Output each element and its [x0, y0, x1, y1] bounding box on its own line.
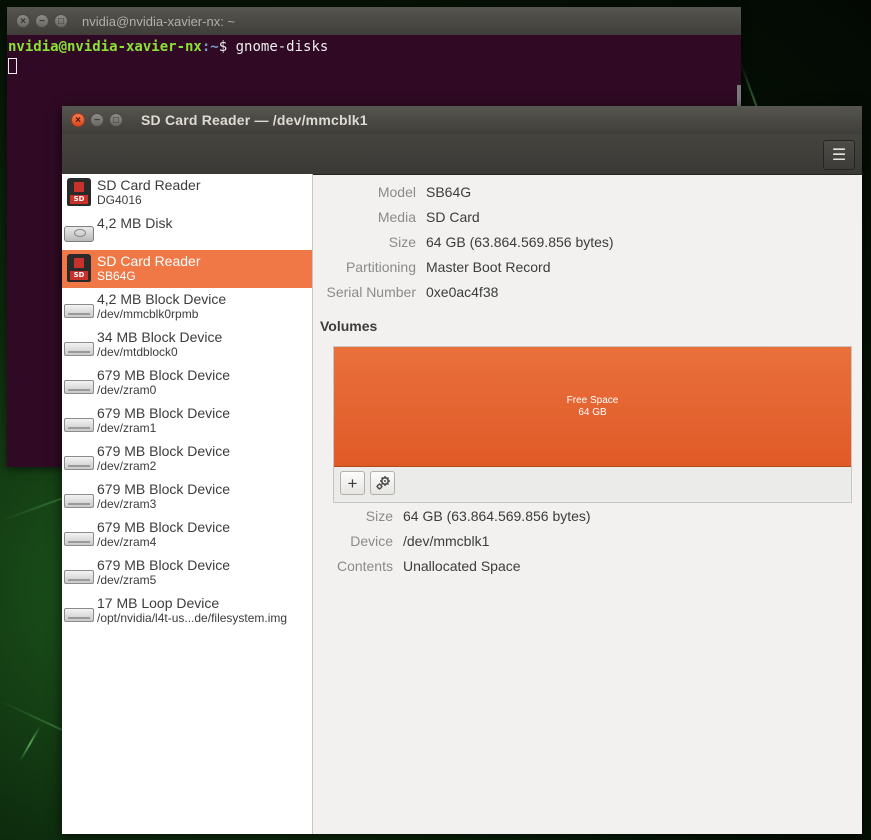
- device-name: 679 MB Block Device: [97, 443, 231, 459]
- device-name: 34 MB Block Device: [97, 329, 223, 345]
- device-subtitle: /dev/zram1: [97, 421, 157, 435]
- device-list: SD SD Card Reader DG4016 4,2 MB Disk SD SD Ca…: [62, 174, 313, 834]
- drive-icon: [64, 558, 94, 588]
- volumes-heading: Volumes: [320, 318, 378, 334]
- close-icon[interactable]: ×: [16, 14, 30, 28]
- drive-details: Model SB64G Media SD Card Size 64 GB (63…: [313, 174, 862, 834]
- device-subtitle: /dev/mtdblock0: [97, 345, 178, 359]
- size-value: 64 GB (63.864.569.856 bytes): [426, 234, 614, 250]
- device-name: 679 MB Block Device: [97, 481, 231, 497]
- partitioning-value: Master Boot Record: [426, 259, 551, 275]
- free-space-label: Free Space: [566, 394, 619, 406]
- drive-icon: [64, 482, 94, 512]
- device-list-item[interactable]: 34 MB Block Device/dev/mtdblock0: [62, 326, 312, 364]
- model-value: SB64G: [426, 184, 472, 200]
- device-name: 679 MB Block Device: [97, 519, 231, 535]
- wallpaper-streak: [19, 725, 41, 762]
- volume-device-value: /dev/mmcblk1: [403, 533, 490, 549]
- minimize-icon[interactable]: −: [35, 14, 49, 28]
- volumes-frame: Free Space 64 GB +: [333, 346, 852, 503]
- terminal-output[interactable]: nvidia@nvidia-xavier-nx:~$ gnome-disks: [7, 35, 741, 78]
- volume-size-value: 64 GB (63.864.569.856 bytes): [403, 508, 591, 524]
- minimize-icon[interactable]: −: [90, 113, 104, 127]
- gears-icon: [375, 476, 390, 490]
- volume-device-label: Device: [350, 533, 393, 549]
- disks-window[interactable]: × − □ SD Card Reader — /dev/mmcblk1 ☰ SD…: [62, 106, 862, 834]
- device-list-item[interactable]: SD SD Card Reader DG4016: [62, 174, 312, 212]
- headerbar: ☰: [62, 134, 862, 175]
- disks-titlebar[interactable]: × − □ SD Card Reader — /dev/mmcblk1: [62, 106, 862, 134]
- drive-icon: [64, 292, 94, 322]
- device-subtitle: /dev/mmcblk0rpmb: [97, 307, 199, 321]
- disks-title: SD Card Reader — /dev/mmcblk1: [141, 112, 368, 128]
- device-subtitle: /dev/zram3: [97, 497, 157, 511]
- volume-contents-label: Contents: [336, 558, 393, 574]
- device-list-item[interactable]: 17 MB Loop Device/opt/nvidia/l4t-us...de…: [62, 592, 312, 630]
- volume-contents-value: Unallocated Space: [403, 558, 521, 574]
- maximize-icon[interactable]: □: [109, 113, 123, 127]
- device-subtitle: /opt/nvidia/l4t-us...de/filesystem.img: [97, 611, 288, 625]
- harddisk-icon: [64, 216, 94, 246]
- device-name: 17 MB Loop Device: [97, 595, 220, 611]
- prompt-symbol: $: [218, 39, 228, 55]
- sd-card-icon: SD: [64, 254, 94, 284]
- sd-card-icon: SD: [64, 178, 94, 208]
- media-label: Media: [377, 209, 416, 225]
- free-space-size: 64 GB: [578, 406, 607, 418]
- drive-icon: [64, 444, 94, 474]
- model-label: Model: [377, 184, 416, 200]
- device-name: SD Card Reader: [97, 177, 201, 193]
- device-name: SD Card Reader: [97, 253, 201, 269]
- drive-icon: [64, 368, 94, 398]
- device-name: 679 MB Block Device: [97, 367, 231, 383]
- device-list-item[interactable]: 679 MB Block Device/dev/zram2: [62, 440, 312, 478]
- prompt-user: nvidia@nvidia-xavier-nx: [8, 39, 202, 55]
- device-name: 679 MB Block Device: [97, 405, 231, 421]
- volume-size-label: Size: [365, 508, 393, 524]
- device-list-item[interactable]: 679 MB Block Device/dev/zram0: [62, 364, 312, 402]
- device-list-item[interactable]: 679 MB Block Device/dev/zram1: [62, 402, 312, 440]
- prompt-path: :~: [201, 39, 219, 55]
- close-icon[interactable]: ×: [71, 113, 85, 127]
- device-subtitle: /dev/zram5: [97, 573, 157, 587]
- maximize-icon[interactable]: □: [54, 14, 68, 28]
- terminal-title: nvidia@nvidia-xavier-nx: ~: [82, 13, 236, 29]
- drive-icon: [64, 520, 94, 550]
- serial-value: 0xe0ac4f38: [426, 284, 499, 300]
- device-list-item[interactable]: SD SD Card Reader SB64G: [62, 250, 312, 288]
- device-list-item[interactable]: 4,2 MB Block Device/dev/mmcblk0rpmb: [62, 288, 312, 326]
- drive-icon: [64, 406, 94, 436]
- free-space-segment[interactable]: Free Space 64 GB: [334, 347, 851, 467]
- device-list-item[interactable]: 4,2 MB Disk: [62, 212, 312, 250]
- serial-label: Serial Number: [326, 284, 416, 300]
- terminal-command: gnome-disks: [227, 39, 329, 55]
- add-partition-button[interactable]: +: [340, 471, 365, 495]
- size-label: Size: [388, 234, 416, 250]
- drive-icon: [64, 330, 94, 360]
- device-subtitle: /dev/zram0: [97, 383, 157, 397]
- terminal-cursor: [8, 58, 17, 74]
- partitioning-label: Partitioning: [345, 259, 416, 275]
- device-subtitle: /dev/zram4: [97, 535, 157, 549]
- drive-icon: [64, 596, 94, 626]
- device-subtitle: /dev/zram2: [97, 459, 157, 473]
- partition-settings-button[interactable]: [370, 471, 395, 495]
- device-name: 4,2 MB Disk: [97, 215, 173, 231]
- terminal-titlebar[interactable]: × − □ nvidia@nvidia-xavier-nx: ~: [7, 7, 741, 35]
- device-name: 679 MB Block Device: [97, 557, 231, 573]
- hamburger-menu-icon[interactable]: ☰: [823, 140, 855, 170]
- device-subtitle: DG4016: [97, 193, 142, 207]
- device-name: 4,2 MB Block Device: [97, 291, 227, 307]
- device-subtitle: SB64G: [97, 269, 136, 283]
- media-value: SD Card: [426, 209, 480, 225]
